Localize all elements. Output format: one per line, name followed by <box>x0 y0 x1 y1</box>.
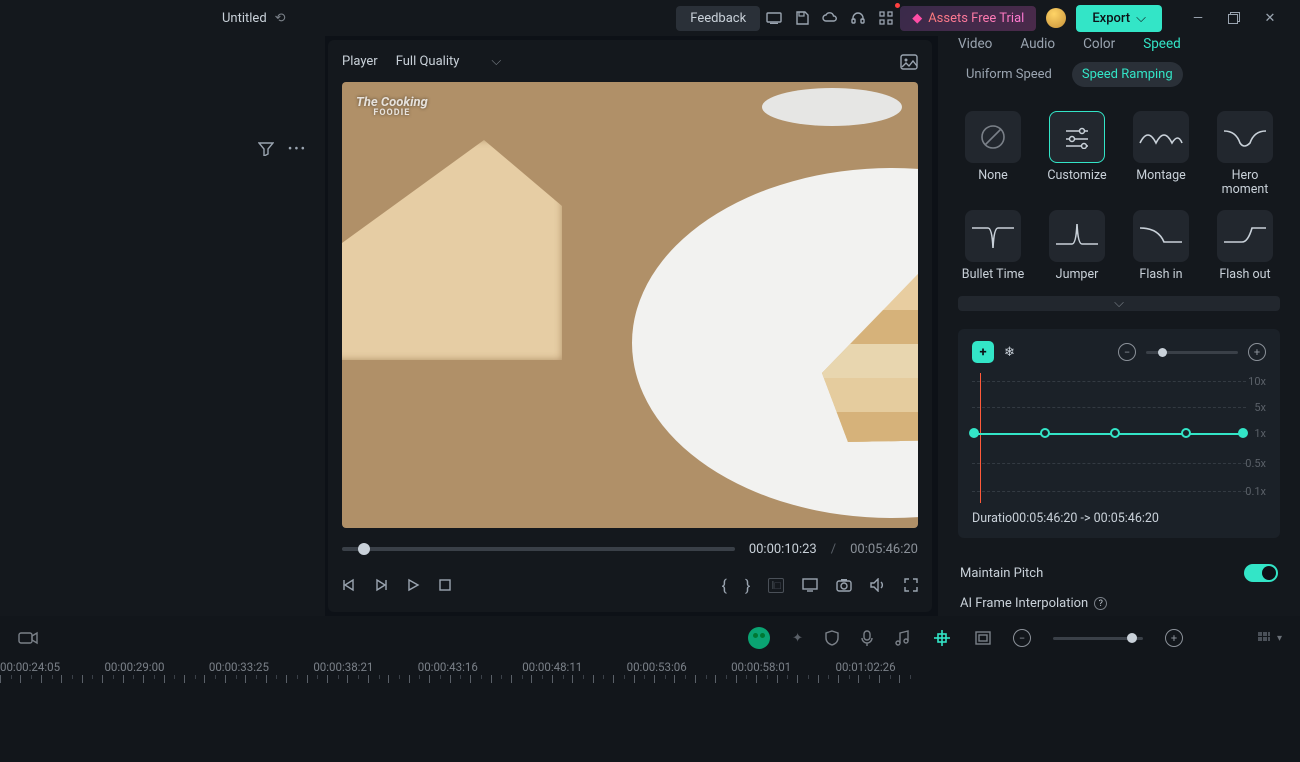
speed-graph[interactable]: 10x 5x 1x 0.5x 0.1x <box>972 373 1266 503</box>
zoom-in-graph[interactable]: + <box>1248 343 1266 361</box>
quality-select[interactable]: Full Quality ⌵ <box>396 54 502 69</box>
ai-interp-label: AI Frame Interpolation <box>960 596 1088 611</box>
mark-out-icon[interactable]: } <box>745 576 750 595</box>
export-button[interactable]: Export ⌵ <box>1076 5 1162 32</box>
player-label: Player <box>342 54 378 69</box>
sparkle-icon[interactable]: ✦ <box>792 631 803 646</box>
tab-color[interactable]: Color <box>1083 36 1115 52</box>
add-keyframe-button[interactable]: + <box>972 341 994 363</box>
chevron-down-icon[interactable]: ▾ <box>1277 633 1282 644</box>
timeline-label: 00:00:58:01 <box>731 660 835 674</box>
graph-zoom-slider[interactable] <box>1146 351 1238 354</box>
zoom-out-graph[interactable]: − <box>1118 343 1136 361</box>
preset-none[interactable]: None <box>958 111 1028 198</box>
subtab-uniform[interactable]: Uniform Speed <box>956 62 1062 87</box>
frame-icon[interactable] <box>975 631 991 645</box>
snapshot-icon[interactable] <box>836 578 852 592</box>
save-icon[interactable] <box>788 4 816 32</box>
qr-icon[interactable] <box>872 4 900 32</box>
preset-montage[interactable]: Montage <box>1126 111 1196 198</box>
mark-in-icon[interactable]: { <box>722 576 727 595</box>
cloud-icon[interactable] <box>816 4 844 32</box>
info-icon[interactable]: ? <box>1094 597 1107 610</box>
preset-customize[interactable]: Customize <box>1042 111 1112 198</box>
time-current: 00:00:10:23 <box>749 542 817 557</box>
feedback-button[interactable]: Feedback <box>676 6 760 31</box>
image-icon[interactable] <box>900 54 918 70</box>
duration-from: 00:05:46:20 <box>1012 511 1077 526</box>
music-icon[interactable] <box>895 630 909 646</box>
timeline-label: 00:00:43:16 <box>418 660 522 674</box>
timeline-ruler[interactable]: 00:00:24:0500:00:29:0000:00:33:2500:00:3… <box>0 660 1300 684</box>
expand-presets[interactable]: ⌵ <box>958 296 1280 311</box>
tab-speed[interactable]: Speed <box>1143 36 1181 52</box>
time-total: 00:05:46:20 <box>850 542 918 557</box>
headphones-icon[interactable] <box>844 4 872 32</box>
timeline-label: 00:01:02:26 <box>836 660 940 674</box>
duration-to: 00:05:46:20 <box>1094 511 1159 526</box>
play-button[interactable] <box>406 578 420 592</box>
tab-audio[interactable]: Audio <box>1020 36 1055 52</box>
subtab-ramping[interactable]: Speed Ramping <box>1072 62 1183 87</box>
preset-hero[interactable]: Hero moment <box>1210 111 1280 198</box>
assets-trial-button[interactable]: ◆ Assets Free Trial <box>900 6 1036 31</box>
zoom-in-timeline[interactable]: + <box>1165 629 1183 647</box>
tab-video[interactable]: Video <box>958 36 992 52</box>
minimize-button[interactable]: — <box>1180 0 1216 36</box>
duration-arrow: -> <box>1077 511 1093 526</box>
stop-button[interactable] <box>438 578 452 592</box>
diamond-icon: ◆ <box>912 11 922 26</box>
watermark-logo: The Cooking FOODIE <box>356 96 428 118</box>
assets-trial-label: Assets Free Trial <box>928 11 1024 26</box>
volume-icon[interactable] <box>870 578 886 592</box>
timeline-label: 00:00:33:25 <box>209 660 313 674</box>
duration-label: Duratio <box>972 511 1012 526</box>
timeline-label: 00:00:24:05 <box>0 660 104 674</box>
timeline-zoom-slider[interactable] <box>1053 637 1143 640</box>
preset-bullet[interactable]: Bullet Time <box>958 210 1028 282</box>
shield-icon[interactable] <box>825 630 839 646</box>
preset-jumper[interactable]: Jumper <box>1042 210 1112 282</box>
theme-icon[interactable] <box>1046 8 1066 28</box>
quality-value: Full Quality <box>396 54 460 69</box>
prev-button[interactable] <box>342 578 356 592</box>
timeline-label: 00:00:53:06 <box>627 660 731 674</box>
camera-view-icon[interactable] <box>18 631 38 645</box>
zoom-out-timeline[interactable]: − <box>1013 629 1031 647</box>
time-separator: / <box>831 542 836 557</box>
preset-flashin[interactable]: Flash in <box>1126 210 1196 282</box>
grid-icon[interactable] <box>1257 631 1271 645</box>
project-title: Untitled <box>222 11 267 26</box>
close-button[interactable]: ✕ <box>1252 0 1288 36</box>
chevron-down-icon: ⌵ <box>491 54 501 69</box>
player-progress[interactable] <box>342 547 735 551</box>
maximize-button[interactable] <box>1216 0 1252 36</box>
display-icon[interactable] <box>802 578 818 592</box>
chevron-down-icon: ⌵ <box>1136 11 1146 26</box>
timeline-label: 00:00:29:00 <box>104 660 208 674</box>
fullscreen-icon[interactable] <box>904 578 918 592</box>
device-icon[interactable] <box>760 4 788 32</box>
crop-icon[interactable] <box>931 627 953 649</box>
timecode-icon[interactable]: I□ <box>768 578 784 593</box>
avatar-icon[interactable] <box>748 627 770 649</box>
export-label: Export <box>1092 11 1130 26</box>
maintain-pitch-toggle[interactable] <box>1244 564 1278 582</box>
preset-flashout[interactable]: Flash out <box>1210 210 1280 282</box>
freeze-icon[interactable]: ❄ <box>1004 345 1015 360</box>
step-back-button[interactable] <box>374 578 388 592</box>
filter-icon[interactable] <box>258 142 274 157</box>
video-preview[interactable]: The Cooking FOODIE <box>342 82 918 528</box>
mic-icon[interactable] <box>861 630 873 646</box>
timeline-label: 00:00:48:11 <box>522 660 626 674</box>
maintain-pitch-label: Maintain Pitch <box>960 566 1043 581</box>
project-status-icon: ⟲ <box>275 11 286 26</box>
timeline-label: 00:00:38:21 <box>313 660 417 674</box>
more-icon[interactable]: ••• <box>288 142 307 157</box>
graph-playhead[interactable] <box>980 373 981 503</box>
